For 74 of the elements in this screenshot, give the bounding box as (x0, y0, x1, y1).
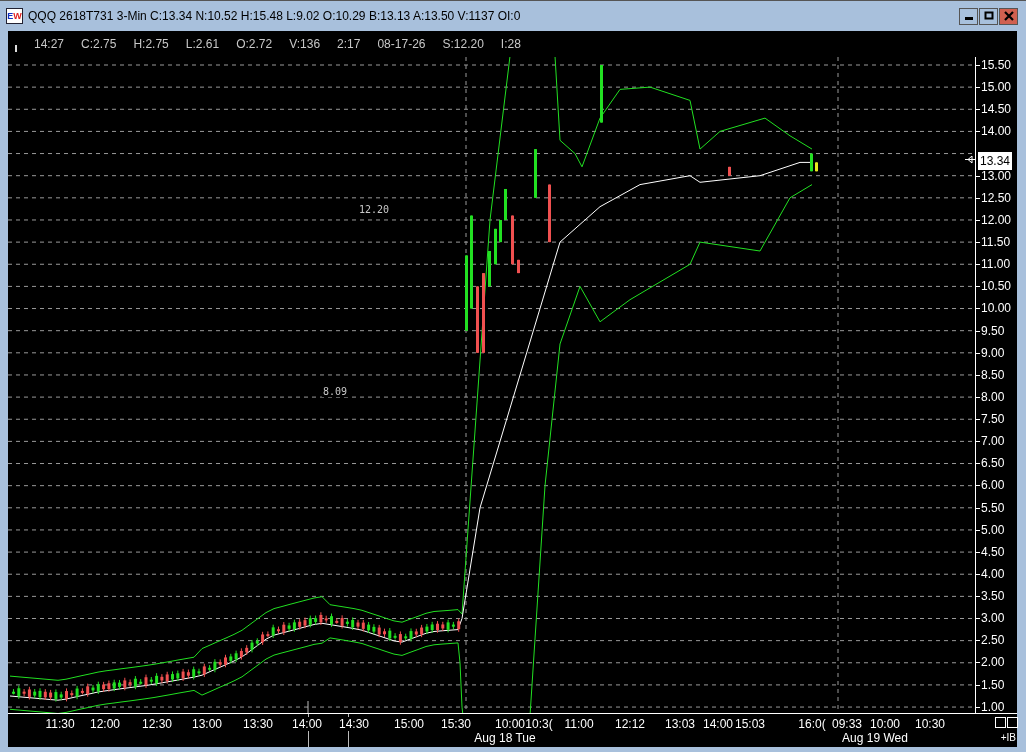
app-logo: EW (6, 8, 23, 24)
axis-label: 3.50 (976, 585, 1017, 608)
current-price-label: 13.34 (978, 151, 1013, 170)
axis-label: 9.50 (976, 319, 1017, 342)
data-readout: L:2.61 (185, 37, 220, 51)
data-readout: 14:27 (34, 37, 65, 51)
time-label: 12:12 (615, 717, 645, 731)
axis-label: 14.50 (976, 98, 1017, 121)
time-label: 13:03 (665, 717, 695, 731)
time-label: 13:30 (243, 717, 273, 731)
time-label: 14:30 (339, 717, 369, 731)
time-label: 10:00 (495, 717, 525, 731)
time-label: 15:00 (394, 717, 424, 731)
time-label: 09:33 (832, 717, 862, 731)
price-label: 12.20 (358, 204, 391, 216)
axis-label: 9.00 (976, 341, 1017, 364)
axis-label: 7.00 (976, 430, 1017, 453)
time-label: 15:03 (735, 717, 765, 731)
window-title: QQQ 2618T731 3-Min C:13.34 N:10.52 H:15.48 L:9.02 O:10.29 B:13.13 A:13.50 V:1137 OI:0 (28, 9, 521, 23)
axis-label: 7.50 (976, 408, 1017, 431)
data-readout: C:2.75 (81, 37, 117, 51)
axis-label: 3.00 (976, 607, 1017, 630)
corner-label[interactable]: +IB (1000, 732, 1016, 743)
time-label: 13:00 (192, 717, 222, 731)
axis-label: 6.00 (976, 474, 1017, 497)
close-icon (1003, 11, 1014, 21)
square-icon[interactable] (1007, 717, 1018, 728)
date-label: Aug 19 Wed (842, 731, 908, 745)
data-readout: O:2.72 (236, 37, 273, 51)
axis-label: 5.00 (976, 518, 1017, 541)
axis-label: 4.50 (976, 540, 1017, 563)
axis-label: 12.00 (976, 208, 1017, 231)
time-label: 14:00 (292, 717, 322, 731)
time-label: 12:00 (90, 717, 120, 731)
axis-label: 10.50 (976, 275, 1017, 298)
time-label: 15:30 (441, 717, 471, 731)
data-readout: S:12.20 (442, 37, 484, 51)
axis-label: 14.00 (976, 120, 1017, 143)
close-button[interactable] (999, 7, 1018, 25)
axis-label: 1.00 (976, 695, 1017, 718)
axis-label: 8.50 (976, 363, 1017, 386)
price-label: 8.09 (322, 386, 349, 398)
maximize-icon (983, 11, 994, 21)
time-label: 10:30 (915, 717, 945, 731)
maximize-button[interactable] (979, 7, 998, 25)
time-label: 14:00 (703, 717, 733, 731)
date-label: Aug 18 Tue (474, 731, 536, 745)
time-label: 11:30 (45, 717, 75, 731)
data-readout: 08-17-26 (377, 37, 426, 51)
time-label: 11:00 (564, 717, 594, 731)
time-label: 10:00 (870, 717, 900, 731)
minimize-button[interactable] (959, 7, 978, 25)
time-label: 12:30 (142, 717, 172, 731)
axis-label: 15.50 (976, 54, 1017, 77)
axis-label: 1.50 (976, 673, 1017, 696)
axis-label: 4.00 (976, 562, 1017, 585)
time-label: 16:0( (798, 717, 826, 731)
data-readout: H:2.75 (133, 37, 169, 51)
time-label: 10:3( (525, 717, 553, 731)
cursor-icon (15, 44, 17, 52)
axis-label: 11.50 (976, 231, 1017, 254)
axis-label: 15.00 (976, 76, 1017, 99)
square-icon[interactable] (995, 717, 1006, 728)
data-readout: 2:17 (337, 37, 361, 51)
axis-label: 6.50 (976, 452, 1017, 475)
axis-label: 12.50 (976, 186, 1017, 209)
axis-label: 8.00 (976, 385, 1017, 408)
axis-label: 11.00 (976, 253, 1017, 276)
axis-label: 10.00 (976, 297, 1017, 320)
axis-label: 2.00 (976, 651, 1017, 674)
data-readout: V:136 (289, 37, 321, 51)
axis-label: 5.50 (976, 496, 1017, 519)
data-readout: I:28 (500, 37, 521, 51)
axis-label: 2.50 (976, 629, 1017, 652)
